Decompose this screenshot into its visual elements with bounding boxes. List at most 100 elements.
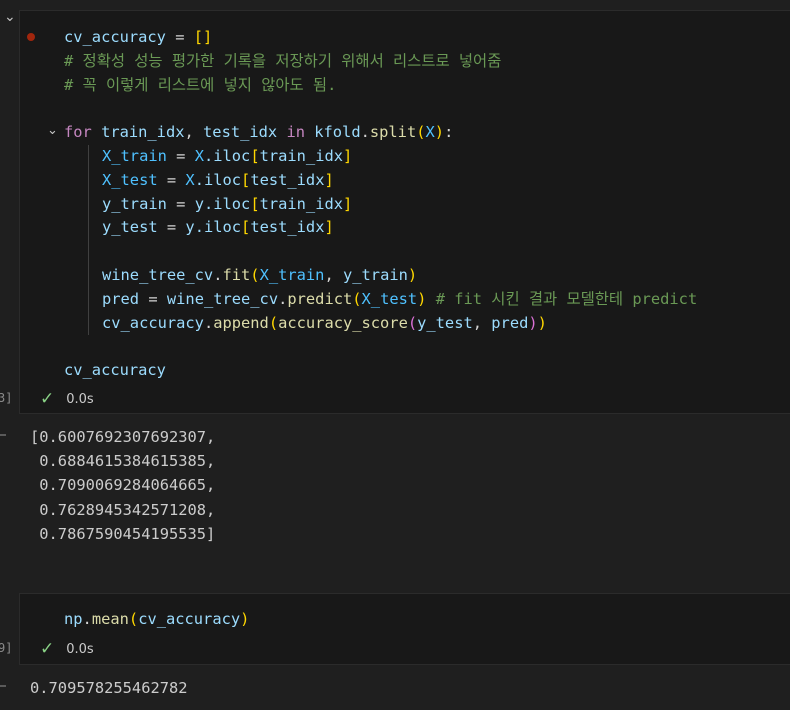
code-token: cv_accuracy (102, 313, 204, 332)
code-token: for (64, 123, 92, 142)
code-token: . (203, 313, 214, 332)
code-token: = (157, 170, 186, 189)
code-token: ] (324, 218, 334, 237)
code-token: train_idx (259, 194, 343, 213)
code-token: fit (222, 266, 251, 284)
check-icon: ✓ (40, 389, 55, 409)
code-cell-1[interactable]: cv_accuracy = [] # 정확성 성능 평가한 기록을 저장하기 위… (19, 10, 790, 414)
code-token: : (444, 123, 454, 142)
code-token: .iloc (203, 194, 251, 213)
code-token: in (277, 123, 315, 142)
execution-count: 3] (0, 391, 13, 405)
output-line: 0.7867590454195535] (30, 524, 216, 543)
code-token: predict (287, 289, 353, 308)
code-token: ( (250, 266, 260, 284)
code-token: [ (250, 194, 260, 213)
execution-time: 0.0s (66, 641, 94, 657)
code-line-3: # 꼭 이렇게 리스트에 넣지 않아도 됨. (64, 75, 337, 94)
code-token: . (360, 123, 370, 142)
code-line-7: X_test = X.iloc[test_idx] (102, 169, 334, 193)
code-token: wine_tree_cv (102, 266, 214, 284)
code-line-2: # 정확성 성능 평가한 기록을 저장하기 위해서 리스트로 넣어줌 (64, 51, 502, 70)
code-token: , (324, 266, 343, 284)
code-token: [ (250, 147, 260, 165)
code-token: . (82, 610, 92, 628)
code-line-13: cv_accuracy.append(accuracy_score(y_test… (102, 312, 547, 336)
code-token: , (184, 123, 204, 142)
code-line-9: y_test = y.iloc[test_idx] (102, 216, 334, 240)
code-token: [ (241, 218, 251, 237)
code-token: ) (434, 123, 445, 142)
code-cell-2[interactable]: np.mean(cv_accuracy) ✓ 0.0s (19, 593, 790, 665)
indent-guide (88, 145, 89, 335)
code-line-5: for train_idx, test_idx in kfold.split(X… (64, 121, 453, 145)
collapse-chevron-icon[interactable]: ⌄ (4, 9, 16, 25)
code-token: X_train (259, 266, 325, 284)
code-token: cv_accuracy (64, 361, 166, 380)
code-line-11: wine_tree_cv.fit(X_train, y_train) (102, 264, 417, 288)
code-token: y (185, 218, 195, 237)
execution-time: 0.0s (66, 391, 94, 407)
code-token: ) (528, 313, 538, 332)
code-token: = (139, 289, 167, 308)
code-token: split (369, 123, 417, 142)
output-marker (0, 434, 6, 436)
code-token: X_test (102, 170, 158, 189)
code-token: test_idx (203, 123, 278, 142)
code-line-6: X_train = X.iloc[train_idx] (102, 145, 352, 169)
code-token: np (64, 610, 83, 628)
code-token: [ (241, 170, 251, 189)
fold-chevron-icon[interactable]: ⌄ (47, 123, 58, 138)
code-token: y_train (102, 194, 167, 213)
code-token: append (213, 313, 269, 332)
output-line: 0.6884615384615385, (30, 452, 216, 471)
code-token: y (194, 194, 204, 213)
code-token: ( (407, 313, 418, 332)
cell-output-1: [0.6007692307692307, 0.6884615384615385,… (30, 425, 215, 546)
code-token: train_idx (259, 147, 343, 165)
code-token: test_idx (250, 170, 325, 189)
code-token: X (185, 170, 195, 189)
code-token: = (166, 194, 195, 213)
code-token: pred (491, 313, 529, 332)
code-line-15: cv_accuracy (64, 359, 166, 383)
code-token: , (472, 313, 492, 332)
code-token: ) (407, 266, 418, 284)
check-icon: ✓ (40, 639, 55, 659)
code-token: [] (193, 28, 213, 46)
code-token: = (166, 147, 195, 165)
code-token: .iloc (194, 218, 242, 237)
output-line: 0.7628945342571208, (30, 500, 216, 519)
breakpoint-dot-icon[interactable] (27, 33, 35, 41)
code-token: accuracy_score (278, 313, 408, 332)
code-token: X_train (102, 147, 167, 165)
code-token: ] (324, 170, 334, 189)
code-token: .iloc (194, 170, 242, 189)
code-token: ( (352, 289, 362, 308)
execution-count: 9] (0, 641, 13, 655)
code-token: pred (102, 289, 140, 308)
code-token: kfold (314, 123, 361, 142)
code-token: . (278, 289, 288, 308)
code-token: ( (268, 313, 279, 332)
code-token: = (165, 28, 194, 46)
code-token: ) (240, 610, 250, 628)
code-token: train_idx (91, 123, 185, 142)
code-token: X (194, 147, 204, 165)
code-line-1: cv_accuracy = [] (64, 26, 212, 50)
output-marker (0, 685, 6, 687)
code-token: ] (343, 194, 353, 213)
code-token: cv_accuracy (64, 28, 166, 46)
code-token: X (425, 123, 435, 142)
cell-status-row: ✓ 0.0s (40, 639, 94, 659)
code-token: test_idx (250, 218, 325, 237)
code-token: ) (537, 313, 547, 332)
code-token: cv_accuracy (138, 610, 241, 628)
code-token: wine_tree_cv (166, 289, 279, 308)
cell-status-row: ✓ 0.0s (40, 389, 94, 409)
code-token: ( (128, 610, 139, 628)
code-token: mean (91, 610, 129, 628)
cell-output-2: 0.709578255462782 (30, 679, 188, 697)
code-token: y_test (102, 218, 158, 237)
code-line-1: np.mean(cv_accuracy) (64, 608, 249, 632)
